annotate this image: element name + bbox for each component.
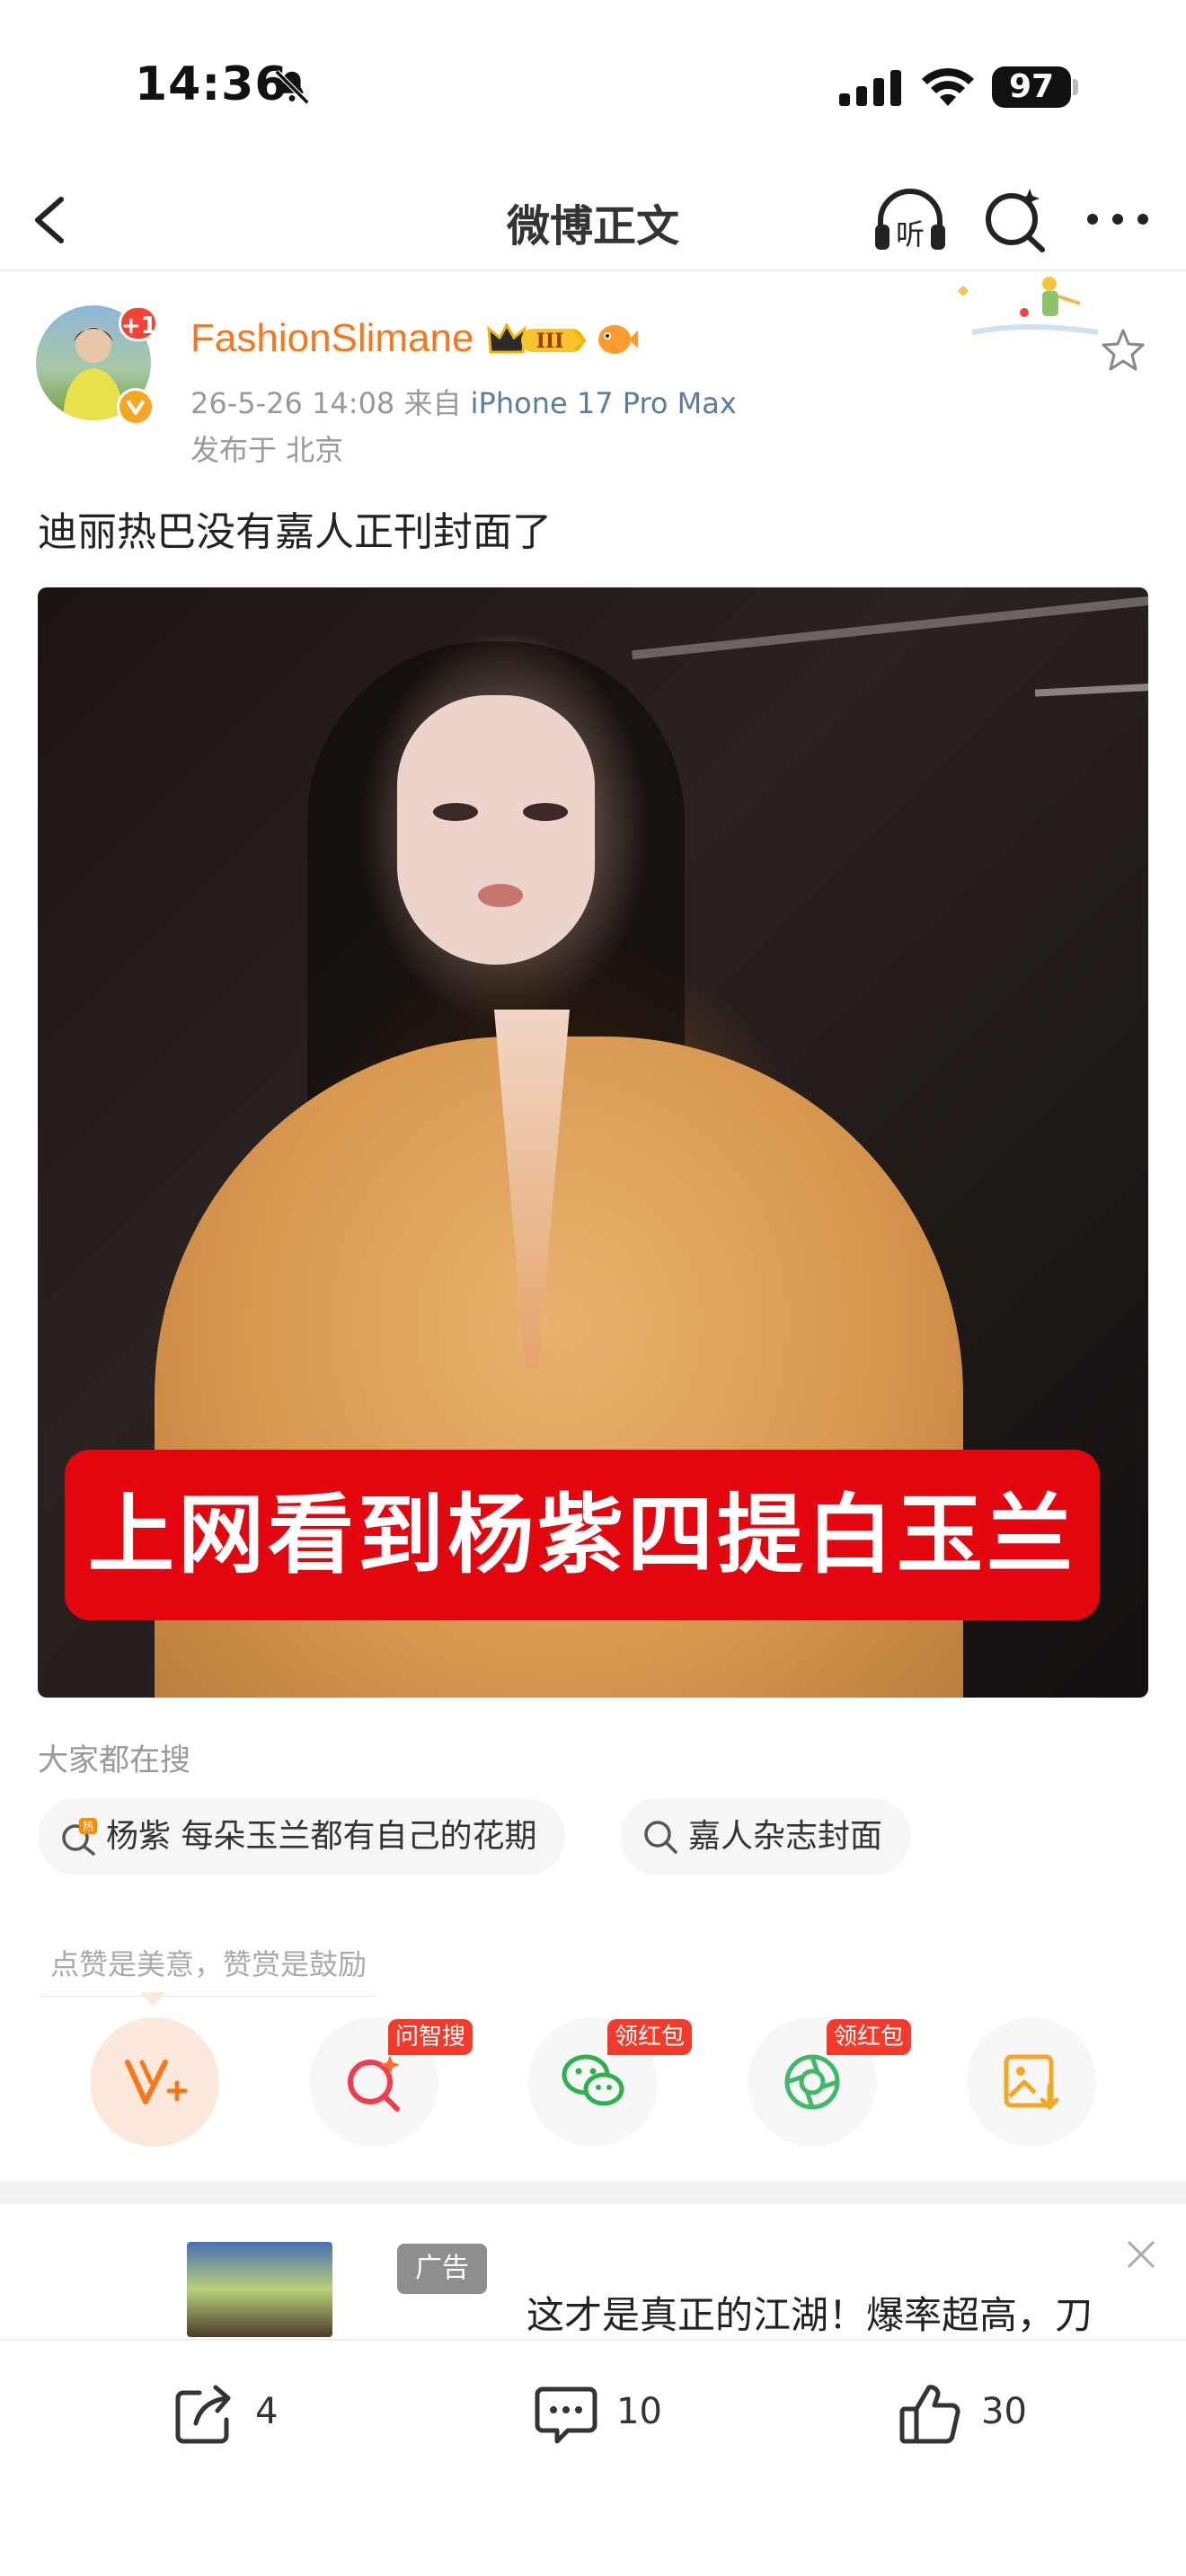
ai-search-icon[interactable]: [981, 183, 1049, 255]
action-tag: 领红包: [607, 2019, 693, 2055]
verified-icon: [117, 388, 155, 426]
vip-crown-icon[interactable]: III: [485, 320, 591, 359]
hint-pointer: [140, 1992, 165, 2007]
ad-thumbnail[interactable]: [187, 2242, 332, 2337]
bell-muted-icon: [274, 69, 310, 105]
share-count: 4: [255, 2391, 279, 2432]
share-icon: [175, 2385, 231, 2444]
save-image-icon: [1004, 2054, 1059, 2111]
media-figure-mouth: [478, 884, 523, 907]
media-figure-face: [397, 695, 595, 965]
post-source-prefix: 来自: [403, 386, 462, 420]
reward-vplus-button[interactable]: [90, 2017, 219, 2147]
ai-search-icon: [348, 2055, 400, 2112]
post-timestamp: 26-5-26 14:08: [190, 386, 395, 420]
media-roof-beam-2: [1034, 683, 1148, 697]
action-tag: 问智搜: [388, 2019, 474, 2055]
reward-hint: 点赞是美意，赞赏是鼓励: [41, 1942, 376, 1997]
media-caption: 上网看到杨紫四提白玉兰: [65, 1450, 1100, 1620]
media-figure-eye: [523, 803, 568, 821]
section-divider: [0, 2181, 1186, 2204]
bottom-toolbar: 4 10 30: [0, 2339, 1186, 2576]
battery-indicator: 97: [992, 66, 1071, 108]
media-roof-beam: [632, 595, 1148, 660]
post-location: 发布于 北京: [190, 433, 344, 467]
nav-bar: 微博正文 听: [0, 171, 1186, 271]
search-chip[interactable]: 嘉人杂志封面: [620, 1798, 912, 1875]
cellular-signal-icon: [839, 70, 901, 106]
more-icon[interactable]: [1082, 201, 1154, 237]
like-count: 30: [981, 2391, 1027, 2432]
search-icon: [644, 1821, 677, 1854]
post-image[interactable]: 上网看到杨紫四提白玉兰: [38, 587, 1148, 1698]
search-chip-label: 嘉人杂志封面: [688, 1818, 883, 1855]
search-chip[interactable]: 热 杨紫 每朵玉兰都有自己的花期: [38, 1798, 566, 1875]
thumbs-up-icon: [899, 2385, 960, 2444]
comment-icon: [535, 2386, 597, 2444]
post-meta: 26-5-26 14:08 来自 iPhone 17 Pro Max: [190, 381, 737, 422]
wifi-icon: [922, 67, 974, 106]
svg-text:III: III: [536, 330, 564, 353]
moments-icon: [784, 2054, 840, 2110]
ad-text[interactable]: 这才是真正的江湖！爆率超高，刀: [527, 2285, 1155, 2339]
svg-text:听: 听: [896, 217, 925, 251]
status-bar: 14:36 97: [0, 0, 1186, 171]
little-prince-sticker: [958, 277, 1099, 335]
vplus-icon: [125, 2060, 188, 2104]
username[interactable]: FashionSlimane: [190, 316, 474, 361]
ad-close-icon[interactable]: [1123, 2236, 1159, 2272]
battery-tip: [1073, 79, 1078, 95]
wechat-icon: [562, 2054, 624, 2106]
fish-badge-icon[interactable]: [595, 320, 638, 359]
svg-text:热: 热: [82, 1821, 93, 1834]
save-image-button[interactable]: [967, 2017, 1096, 2147]
listen-headphones-icon[interactable]: 听: [870, 180, 951, 260]
action-tag: 领红包: [827, 2019, 912, 2055]
favorite-star-icon[interactable]: [1098, 325, 1148, 375]
post-text: 迪丽热巴没有嘉人正刊封面了: [38, 509, 552, 555]
status-time: 14:36: [135, 57, 288, 111]
avatar-notification-badge: +1: [119, 305, 158, 341]
search-chip-label: 杨紫 每朵玉兰都有自己的花期: [106, 1818, 537, 1855]
hot-search-icon: 热: [62, 1818, 97, 1856]
ad-label: 广告: [397, 2244, 487, 2294]
comment-count: 10: [616, 2391, 662, 2432]
post-device-link[interactable]: iPhone 17 Pro Max: [471, 386, 737, 420]
search-section-title: 大家都在搜: [38, 1742, 190, 1778]
media-figure-eye: [433, 803, 478, 821]
